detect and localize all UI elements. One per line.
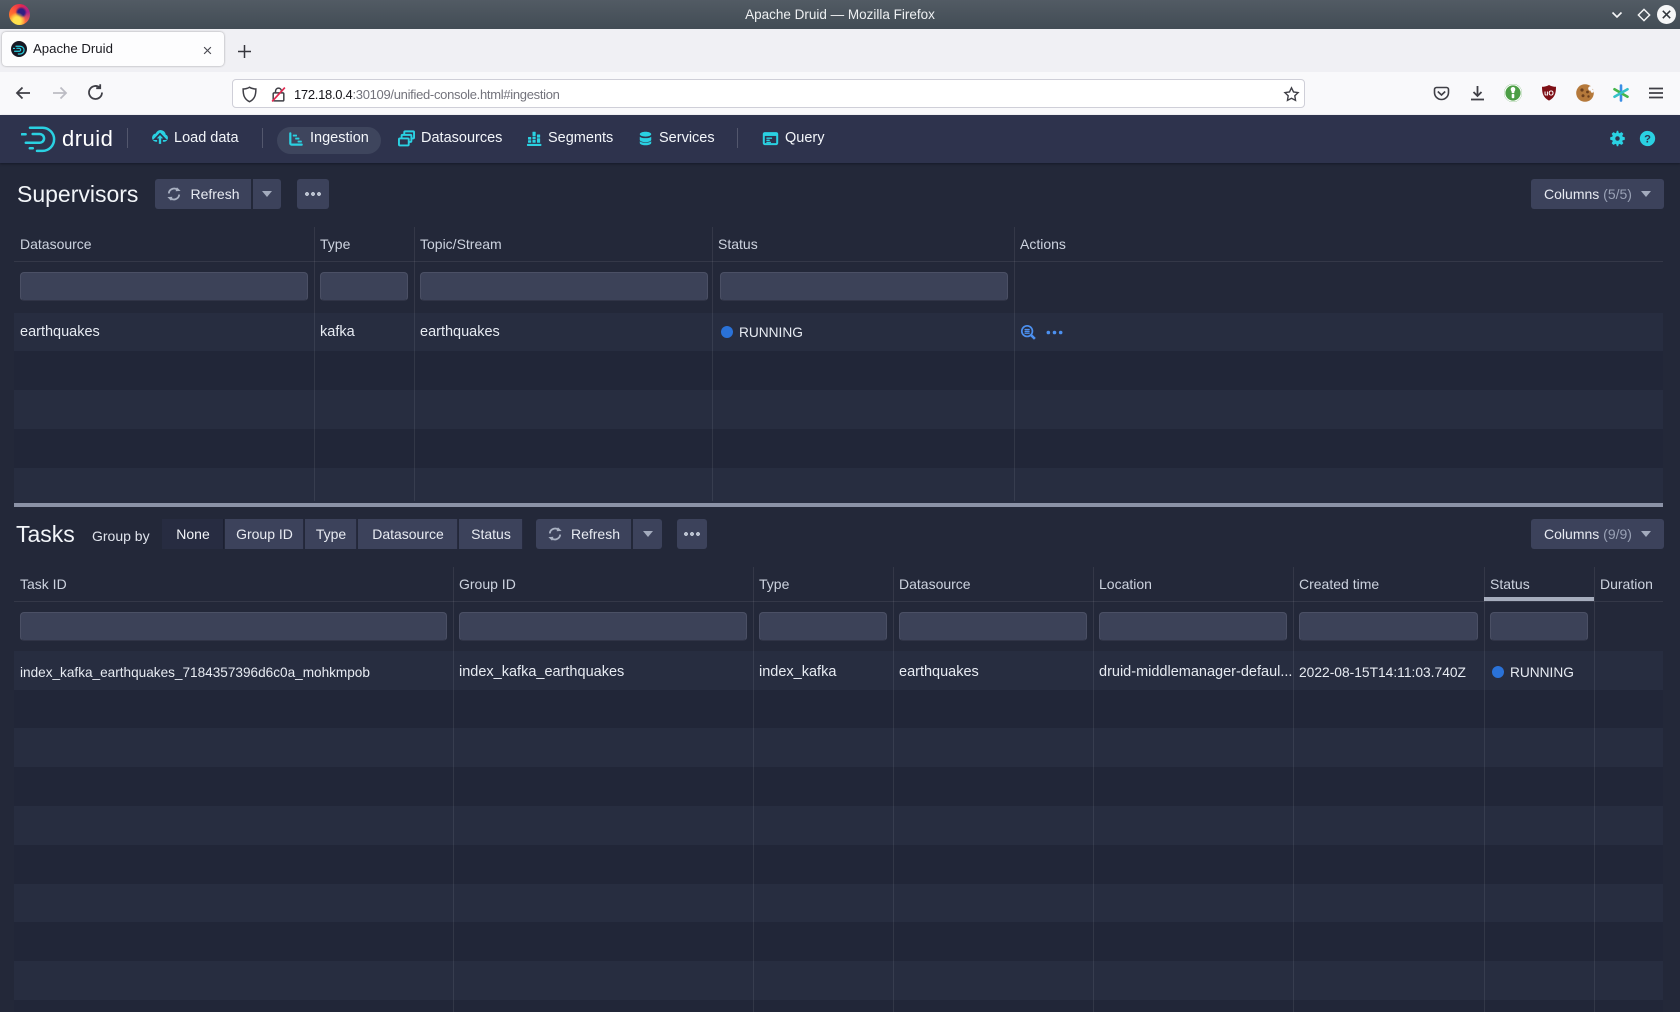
svg-text:uO: uO xyxy=(1544,91,1554,98)
svg-text:?: ? xyxy=(1644,133,1651,145)
